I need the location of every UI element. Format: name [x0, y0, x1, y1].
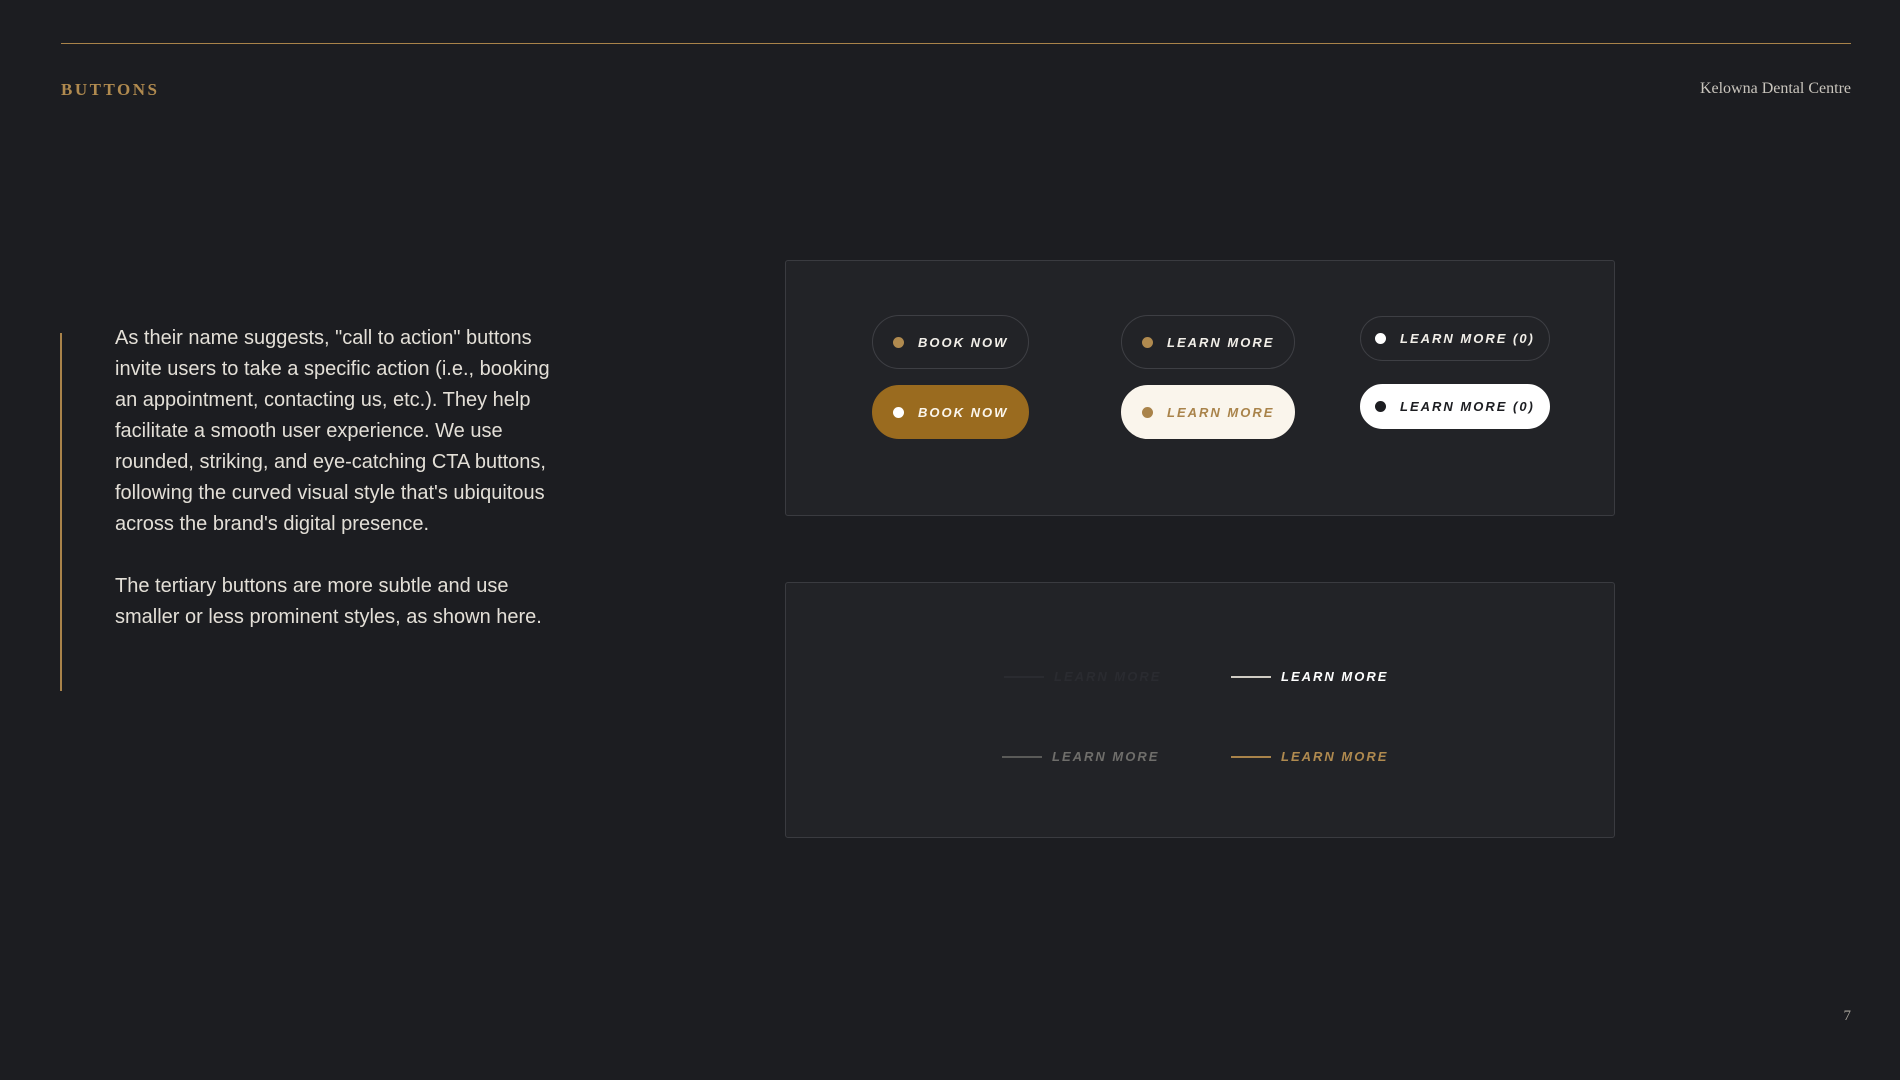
line-icon: [1231, 755, 1271, 758]
page-number: 7: [1843, 1008, 1852, 1024]
tertiary-link-dark[interactable]: LEARN MORE: [1004, 669, 1161, 684]
link-label: LEARN MORE: [1052, 749, 1160, 764]
line-icon: [1002, 755, 1042, 758]
link-label: LEARN MORE: [1281, 669, 1389, 684]
button-label: LEARN MORE (0): [1400, 331, 1535, 346]
section-title: BUTTONS: [61, 80, 160, 99]
top-divider: [61, 43, 1851, 44]
tertiary-link-gold[interactable]: LEARN MORE: [1231, 749, 1388, 764]
dot-icon: [1375, 333, 1386, 344]
tertiary-buttons-panel: LEARN MORE LEARN MORE LEARN MORE LEARN M…: [785, 582, 1615, 838]
link-label: LEARN MORE: [1054, 669, 1162, 684]
learn-more-count-button-filled[interactable]: LEARN MORE (0): [1360, 384, 1550, 429]
intro-text: As their name suggests, "call to action"…: [115, 323, 570, 633]
intro-paragraph: As their name suggests, "call to action"…: [115, 327, 550, 535]
dot-icon: [893, 336, 904, 348]
learn-more-button-filled[interactable]: LEARN MORE: [1121, 385, 1296, 439]
dot-icon: [1142, 336, 1153, 348]
tertiary-link-white[interactable]: LEARN MORE: [1231, 669, 1388, 684]
accent-side-rule: [60, 333, 62, 691]
button-label: BOOK NOW: [918, 334, 1009, 350]
intro-paragraph: The tertiary buttons are more subtle and…: [115, 575, 542, 628]
book-now-button-filled[interactable]: BOOK NOW: [872, 385, 1030, 439]
primary-buttons-panel: BOOK NOW LEARN MORE LEARN MORE (0) BOOK …: [785, 260, 1615, 516]
button-label: LEARN MORE: [1167, 334, 1275, 350]
button-label: LEARN MORE: [1167, 404, 1275, 420]
line-icon: [1231, 675, 1271, 678]
dot-icon: [1375, 401, 1386, 412]
button-label: BOOK NOW: [918, 404, 1009, 420]
dot-icon: [1142, 406, 1153, 418]
book-now-button-outline[interactable]: BOOK NOW: [872, 315, 1030, 369]
learn-more-count-button-outline[interactable]: LEARN MORE (0): [1360, 316, 1550, 361]
button-label: LEARN MORE (0): [1400, 399, 1535, 414]
brand-name: Kelowna Dental Centre: [1699, 80, 1851, 97]
dot-icon: [893, 406, 904, 418]
line-icon: [1004, 675, 1044, 678]
learn-more-button-outline[interactable]: LEARN MORE: [1121, 315, 1296, 369]
tertiary-link-grey[interactable]: LEARN MORE: [1002, 749, 1159, 764]
link-label: LEARN MORE: [1281, 749, 1389, 764]
